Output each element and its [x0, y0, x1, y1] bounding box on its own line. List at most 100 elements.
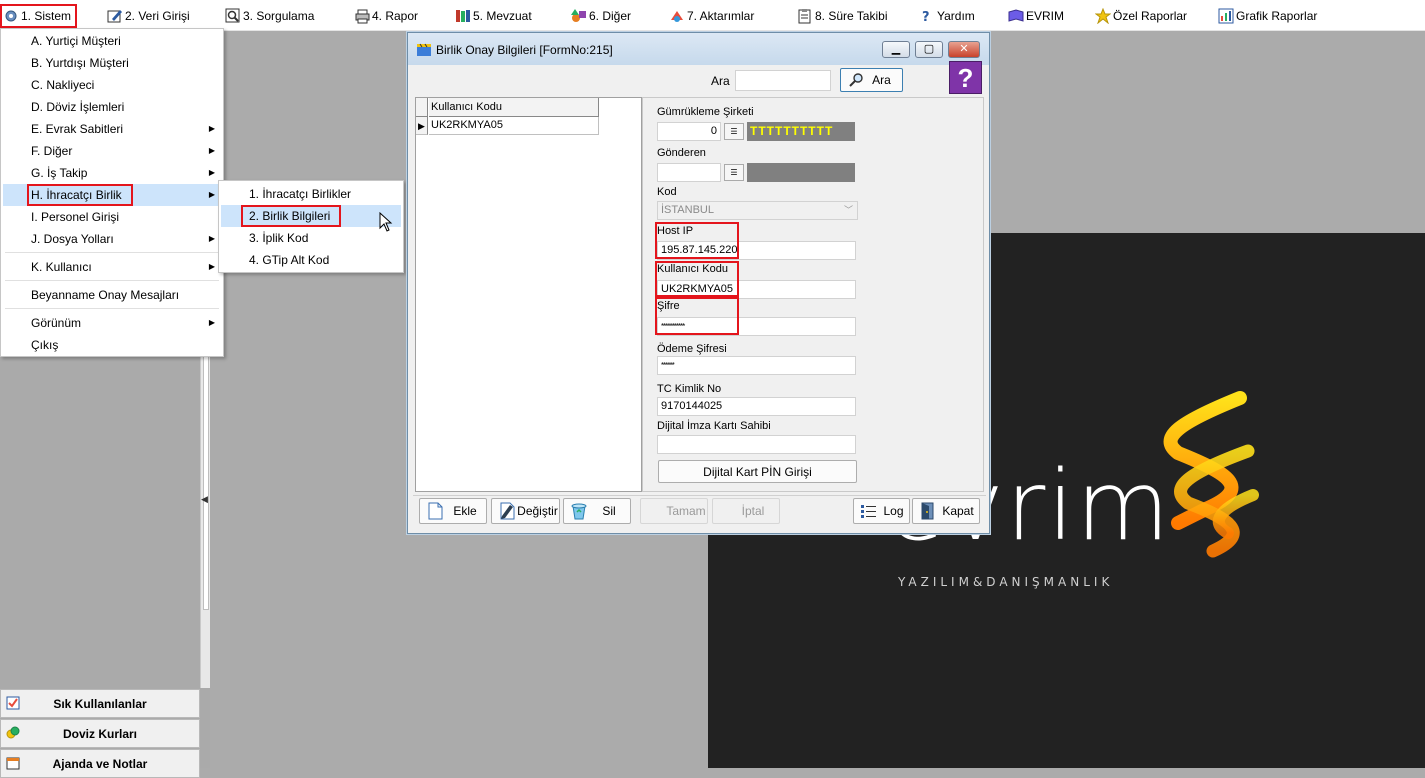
menu-item-gorunum[interactable]: Görünüm ▶	[3, 312, 221, 334]
submenu-arrow-icon: ▶	[208, 146, 215, 155]
sistem-menu: A. Yurtiçi Müşteri B. Yurtdışı Müşteri C…	[0, 28, 224, 357]
tc-kimlik-input[interactable]: 9170144025	[657, 397, 856, 416]
grid-row-indicator: ▶	[416, 117, 428, 135]
menu-item-beyanname-onay[interactable]: Beyanname Onay Mesajları	[3, 284, 221, 306]
log-list-icon	[861, 505, 876, 518]
maximize-button[interactable]: ▢	[915, 41, 943, 58]
menu-grafik-raporlar[interactable]: Grafik Raporlar	[1218, 5, 1317, 27]
menu-item-doviz-islemleri[interactable]: D. Döviz İşlemleri	[3, 96, 221, 118]
recycle-bin-icon	[571, 503, 587, 520]
submenu-item-birlik-bilgileri[interactable]: 2. Birlik Bilgileri	[221, 205, 401, 227]
menu-evrim[interactable]: EVRIM	[1008, 5, 1064, 27]
collapse-arrow-icon[interactable]: ◀	[201, 494, 208, 505]
gumrukleme-code-input[interactable]: 0	[657, 122, 721, 141]
mouse-cursor-icon	[379, 212, 393, 232]
dijital-imza-input[interactable]	[657, 435, 856, 454]
svg-text:?: ?	[922, 10, 930, 24]
scrollbar-thumb[interactable]	[203, 330, 209, 610]
kod-select[interactable]: İSTANBUL ﹀	[657, 201, 858, 220]
menu-diger[interactable]: 6. Diğer	[571, 5, 631, 27]
dijital-kart-pin-button[interactable]: Dijital Kart PİN Girişi	[658, 460, 857, 483]
new-document-icon	[428, 502, 443, 520]
submenu-arrow-icon: ▶	[208, 318, 215, 327]
menu-item-personel-girisi[interactable]: I. Personel Girişi	[3, 206, 221, 228]
gonderen-name-display	[747, 163, 855, 182]
menu-sorgulama[interactable]: 3. Sorgulama	[225, 5, 314, 27]
left-panel-scrollbar[interactable]	[200, 330, 210, 688]
magnifier-icon	[849, 73, 863, 87]
submenu-item-gtip-alt-kod[interactable]: 4. GTip Alt Kod	[221, 249, 401, 271]
user-grid: Kullanıcı Kodu ▶ UK2RKMYA05	[415, 97, 642, 492]
gonderen-code-input[interactable]	[657, 163, 721, 182]
menu-mevzuat[interactable]: 5. Mevzuat	[455, 5, 532, 27]
gumrukleme-lookup-button[interactable]: ☰	[724, 123, 744, 140]
search-input[interactable]	[735, 70, 831, 91]
tc-kimlik-label: TC Kimlik No	[657, 383, 722, 395]
menu-item-diger[interactable]: F. Diğer ▶	[3, 140, 221, 162]
gonderen-lookup-button[interactable]: ☰	[724, 164, 744, 181]
gonderen-label: Gönderen	[657, 147, 706, 159]
odeme-sifresi-label: Ödeme Şifresi	[657, 343, 727, 355]
degistir-button[interactable]: Değiştir	[491, 498, 560, 524]
menu-ozel-raporlar[interactable]: Özel Raporlar	[1094, 5, 1187, 27]
help-button[interactable]: ?	[949, 61, 982, 94]
submenu-arrow-icon: ▶	[208, 168, 215, 177]
highlight-box-host-ip	[655, 222, 739, 259]
submenu-item-ihracatci-birlikler[interactable]: 1. İhracatçı Birlikler	[221, 183, 401, 205]
form-titlebar[interactable]: Birlik Onay Bilgileri [FormNo:215] ▁ ▢ ✕	[408, 33, 989, 65]
printer-icon	[354, 8, 370, 24]
menu-item-ihracatci-birlik[interactable]: H. İhracatçı Birlik ▶	[3, 184, 221, 206]
form-title: Birlik Onay Bilgileri [FormNo:215]	[436, 43, 613, 57]
log-button[interactable]: Log	[853, 498, 910, 524]
favorites-icon	[6, 696, 20, 710]
menu-separator	[5, 308, 219, 309]
highlight-box	[241, 205, 341, 227]
menu-item-is-takip[interactable]: G. İş Takip ▶	[3, 162, 221, 184]
menu-yardim[interactable]: ? Yardım	[919, 5, 975, 27]
sil-button[interactable]: Sil	[563, 498, 631, 524]
highlight-box-kullanici-kodu	[655, 261, 739, 297]
menu-item-kullanici[interactable]: K. Kullanıcı ▶	[3, 256, 221, 278]
chart-icon	[1218, 8, 1234, 24]
menu-veri-girisi[interactable]: 2. Veri Girişi	[107, 5, 190, 27]
close-button[interactable]: ✕	[948, 41, 980, 58]
menu-separator	[5, 280, 219, 281]
menu-item-nakliyeci[interactable]: C. Nakliyeci	[3, 74, 221, 96]
menu-item-yurtici-musteri[interactable]: A. Yurtiçi Müşteri	[3, 30, 221, 52]
menu-bar: 1. Sistem 2. Veri Girişi 3. Sorgulama 4.…	[0, 0, 1425, 31]
table-row[interactable]: UK2RKMYA05	[429, 117, 599, 135]
books-icon	[455, 8, 471, 24]
menu-rapor[interactable]: 4. Rapor	[354, 5, 418, 27]
submenu-item-iplik-kod[interactable]: 3. İplik Kod	[221, 227, 401, 249]
menu-item-yurtdisi-musteri[interactable]: B. Yurtdışı Müşteri	[3, 52, 221, 74]
search-button[interactable]: Ara	[840, 68, 903, 92]
dijital-imza-label: Dijital İmza Kartı Sahibi	[657, 420, 771, 432]
submenu-arrow-icon: ▶	[208, 234, 215, 243]
minimize-button[interactable]: ▁	[882, 41, 910, 58]
kapat-button[interactable]: Kapat	[912, 498, 980, 524]
query-magnifier-icon	[225, 8, 241, 24]
ekle-button[interactable]: Ekle	[419, 498, 487, 524]
iptal-button[interactable]: İptal	[712, 498, 780, 524]
transfer-icon	[669, 8, 685, 24]
gumrukleme-name-display: TTTTTTTTTT	[747, 122, 855, 141]
menu-item-evrak-sabitleri[interactable]: E. Evrak Sabitleri ▶	[3, 118, 221, 140]
sik-kullanilanlar-button[interactable]: Sık Kullanılanlar	[0, 689, 200, 718]
ihracatci-birlik-submenu: 1. İhracatçı Birlikler 2. Birlik Bilgile…	[218, 180, 404, 273]
shapes-icon	[571, 8, 587, 24]
menu-aktarimlar[interactable]: 7. Aktarımlar	[669, 5, 754, 27]
system-gear-icon	[3, 8, 19, 24]
menu-sistem[interactable]: 1. Sistem	[0, 4, 77, 28]
tamam-button[interactable]: Tamam	[640, 498, 708, 524]
menu-item-cikis[interactable]: Çıkış	[3, 334, 221, 356]
menu-sure-takibi[interactable]: 8. Süre Takibi	[797, 5, 888, 27]
submenu-arrow-icon: ▶	[208, 124, 215, 133]
grid-column-header[interactable]: Kullanıcı Kodu	[429, 98, 599, 117]
menu-item-dosya-yollari[interactable]: J. Dosya Yolları ▶	[3, 228, 221, 250]
gumrukleme-label: Gümrükleme Şirketi	[657, 106, 754, 118]
brand-tagline: YAZILIM&DANIŞMANLIK	[898, 575, 1114, 589]
ajanda-notlar-button[interactable]: Ajanda ve Notlar	[0, 749, 200, 778]
odeme-sifresi-input[interactable]: ******	[657, 356, 856, 375]
doviz-kurlari-button[interactable]: Doviz Kurları	[0, 719, 200, 748]
kod-label: Kod	[657, 186, 677, 198]
